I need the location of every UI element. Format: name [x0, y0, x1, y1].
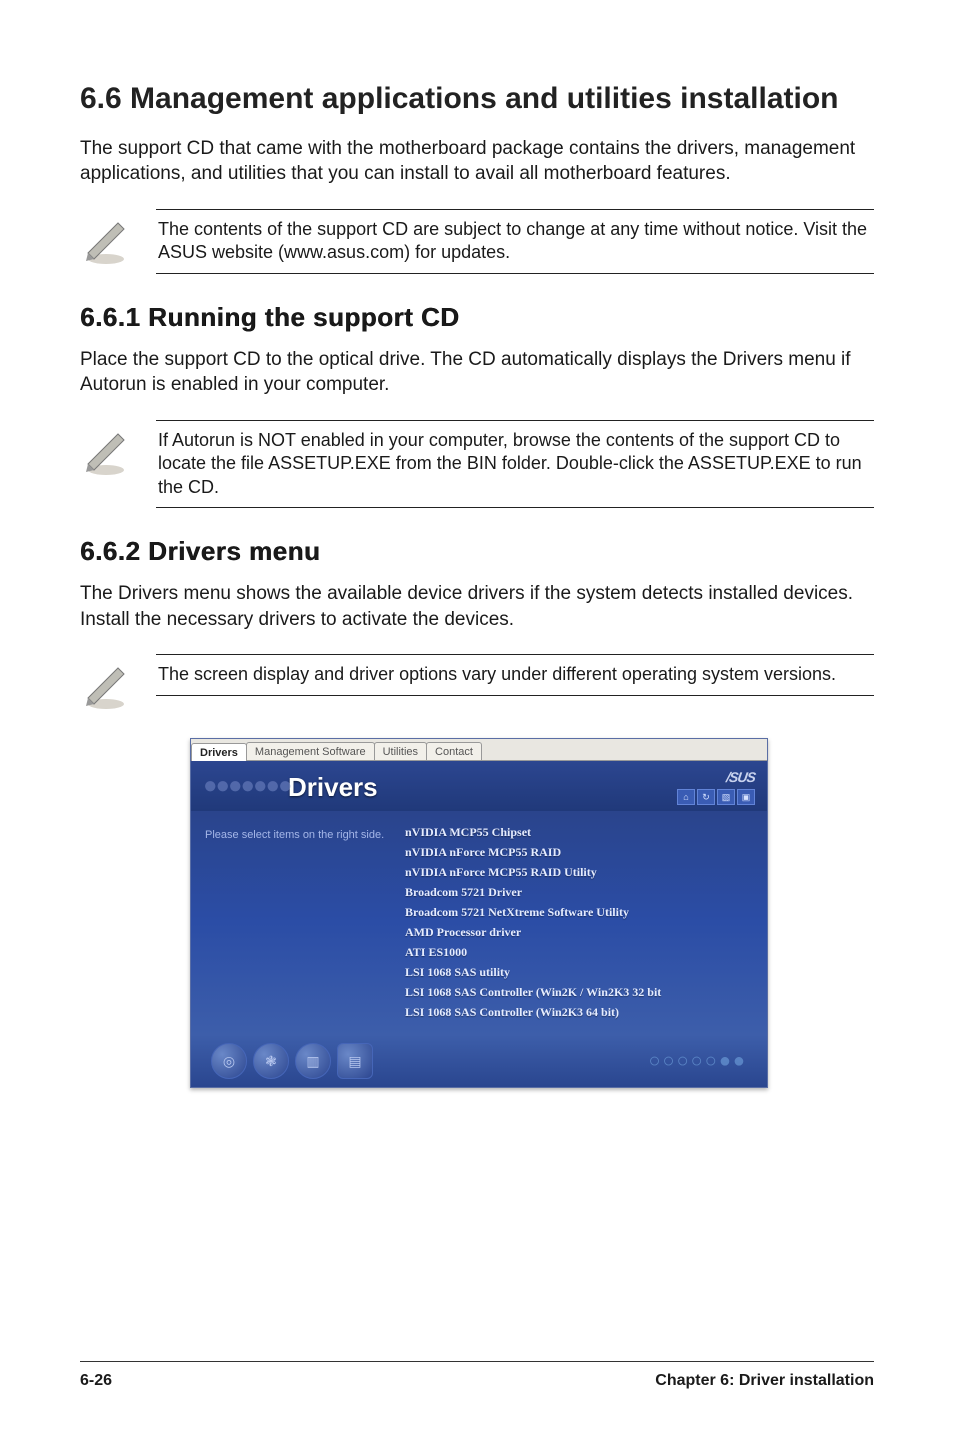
- drivers-heading: Drivers: [288, 772, 378, 803]
- note-block-2: If Autorun is NOT enabled in your comput…: [80, 420, 874, 508]
- driver-item[interactable]: nVIDIA nForce MCP55 RAID Utility: [405, 865, 757, 880]
- tab-contact[interactable]: Contact: [426, 742, 482, 760]
- drivers-list: nVIDIA MCP55 Chipset nVIDIA nForce MCP55…: [395, 825, 757, 1025]
- subsection-2-title: 6.6.2 Drivers menu: [80, 536, 874, 567]
- tab-utilities[interactable]: Utilities: [374, 742, 427, 760]
- close-icon[interactable]: ▣: [737, 789, 755, 805]
- note-block-1: The contents of the support CD are subje…: [80, 209, 874, 274]
- tab-bar: Drivers Management Software Utilities Co…: [191, 739, 767, 761]
- driver-item[interactable]: LSI 1068 SAS Controller (Win2K / Win2K3 …: [405, 985, 757, 1000]
- drivers-content: Please select items on the right side. n…: [191, 811, 767, 1035]
- page-number: 6-26: [80, 1372, 112, 1390]
- driver-item[interactable]: LSI 1068 SAS Controller (Win2K3 64 bit): [405, 1005, 757, 1020]
- driver-item[interactable]: Broadcom 5721 Driver: [405, 885, 757, 900]
- tab-management-software[interactable]: Management Software: [246, 742, 375, 760]
- subsection-1-body: Place the support CD to the optical driv…: [80, 347, 874, 398]
- drivers-footer: ◎ ❃ ▥ ▤ ○○○○○●●: [191, 1035, 767, 1087]
- decorative-dots-footer: ○○○○○●●: [648, 1050, 747, 1073]
- subsection-2-body: The Drivers menu shows the available dev…: [80, 581, 874, 632]
- drivers-header: ●●●●●●● Drivers /SUS ⌂ ↻ ▧ ▣: [191, 761, 767, 811]
- drivers-window: Drivers Management Software Utilities Co…: [190, 738, 768, 1088]
- note-text-1: The contents of the support CD are subje…: [156, 209, 874, 274]
- driver-item[interactable]: nVIDIA MCP55 Chipset: [405, 825, 757, 840]
- pencil-icon: [80, 424, 132, 476]
- tab-drivers[interactable]: Drivers: [191, 743, 247, 761]
- disc-icon[interactable]: ◎: [211, 1043, 247, 1079]
- note-block-3: The screen display and driver options va…: [80, 654, 874, 710]
- section-intro: The support CD that came with the mother…: [80, 136, 874, 187]
- driver-item[interactable]: Broadcom 5721 NetXtreme Software Utility: [405, 905, 757, 920]
- pencil-icon: [80, 658, 132, 710]
- footer-icon-row: ◎ ❃ ▥ ▤: [211, 1043, 373, 1079]
- home-icon[interactable]: ⌂: [677, 789, 695, 805]
- driver-item[interactable]: nVIDIA nForce MCP55 RAID: [405, 845, 757, 860]
- driver-item[interactable]: LSI 1068 SAS utility: [405, 965, 757, 980]
- pencil-icon: [80, 213, 132, 265]
- page-footer: 6-26 Chapter 6: Driver installation: [80, 1361, 874, 1390]
- folder-icon[interactable]: ▥: [295, 1043, 331, 1079]
- section-title: 6.6 Management applications and utilitie…: [80, 80, 874, 118]
- driver-item[interactable]: ATI ES1000: [405, 945, 757, 960]
- asus-logo: /SUS: [676, 769, 756, 785]
- driver-item[interactable]: AMD Processor driver: [405, 925, 757, 940]
- document-icon[interactable]: ▤: [337, 1043, 373, 1079]
- drivers-left-prompt: Please select items on the right side.: [205, 825, 395, 1025]
- doc-icon[interactable]: ▧: [717, 789, 735, 805]
- note-text-3: The screen display and driver options va…: [156, 654, 874, 695]
- note-text-2: If Autorun is NOT enabled in your comput…: [156, 420, 874, 508]
- decorative-dots: ●●●●●●●: [203, 772, 290, 800]
- globe-icon[interactable]: ❃: [253, 1043, 289, 1079]
- subsection-1-title: 6.6.1 Running the support CD: [80, 302, 874, 333]
- header-icons: ⌂ ↻ ▧ ▣: [677, 789, 755, 805]
- chapter-label: Chapter 6: Driver installation: [655, 1372, 874, 1390]
- refresh-icon[interactable]: ↻: [697, 789, 715, 805]
